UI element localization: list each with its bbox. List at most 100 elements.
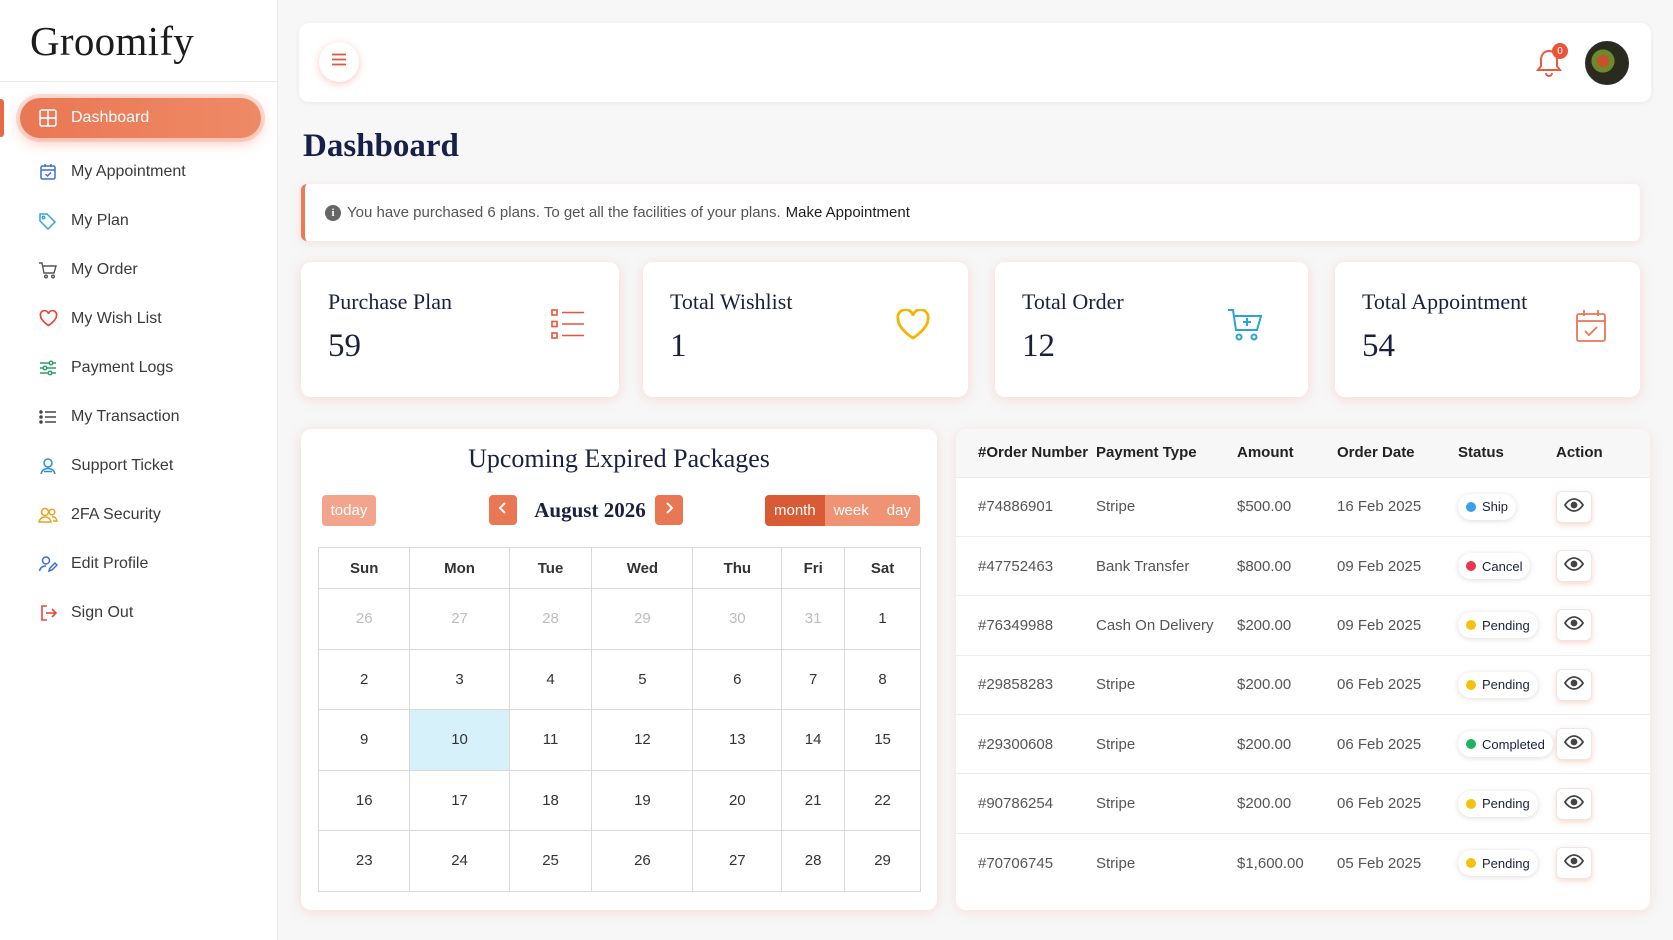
calendar-day[interactable]: 22	[844, 769, 921, 831]
sidebar-item-dashboard[interactable]: Dashboard	[20, 98, 261, 138]
eye-icon	[1563, 735, 1585, 753]
stat-label: Total Wishlist	[670, 289, 793, 314]
sidebar-item-label: Payment Logs	[71, 358, 174, 376]
calendar-day[interactable]: 27	[692, 830, 783, 892]
calendar-day[interactable]: 29	[844, 830, 921, 892]
sidebar-item-label: Sign Out	[71, 603, 134, 621]
order-date: 06 Feb 2025	[1337, 735, 1422, 753]
status-badge: Pending	[1458, 671, 1538, 698]
calendar-day[interactable]: 28	[508, 588, 593, 650]
calendar-day[interactable]: 18	[508, 769, 593, 831]
order-amount: $500.00	[1237, 498, 1292, 516]
view-order-button[interactable]	[1556, 847, 1592, 880]
stat-card-total-wishlist[interactable]: Total Wishlist 1	[643, 262, 968, 397]
calendar-day[interactable]: 6	[692, 648, 783, 710]
table-row: #29858283 Stripe $200.00 06 Feb 2025 Pen…	[956, 655, 1650, 714]
user-avatar[interactable]	[1585, 41, 1629, 85]
eye-icon	[1563, 557, 1585, 575]
view-day-button[interactable]: day	[877, 495, 920, 526]
calendar-day[interactable]: 19	[591, 769, 694, 831]
sidebar-item-payment-logs[interactable]: Payment Logs	[0, 343, 277, 392]
sidebar-item-2fa-security[interactable]: 2FA Security	[0, 490, 277, 539]
payment-type: Stripe	[1096, 676, 1136, 694]
calendar-title: Upcoming Expired Packages	[468, 444, 770, 473]
sidebar-item-my-appointment[interactable]: My Appointment	[0, 147, 277, 196]
sidebar-item-support-ticket[interactable]: Support Ticket	[0, 441, 277, 490]
weekday-header: Thu	[692, 547, 783, 589]
calendar-day[interactable]: 13	[692, 709, 783, 771]
sidebar-item-my-transaction[interactable]: My Transaction	[0, 392, 277, 441]
prev-month-button[interactable]	[489, 495, 517, 525]
calendar-day[interactable]: 15	[844, 709, 921, 771]
sidebar-item-edit-profile[interactable]: Edit Profile	[0, 539, 277, 588]
status-text: Pending	[1482, 796, 1530, 812]
calendar-day[interactable]: 14	[781, 709, 846, 771]
calendar-day[interactable]: 7	[781, 648, 846, 710]
today-button[interactable]: today	[322, 495, 376, 526]
next-month-button[interactable]	[655, 495, 683, 525]
calendar-day[interactable]: 29	[591, 588, 694, 650]
calendar-day[interactable]: 26	[591, 830, 694, 892]
stat-card-purchase-plan[interactable]: Purchase Plan 59	[301, 262, 619, 397]
status-dot	[1466, 739, 1476, 750]
view-week-button[interactable]: week	[824, 495, 878, 526]
calendar-day-today[interactable]: 10	[409, 709, 510, 771]
order-number: #29300608	[978, 735, 1054, 753]
calendar-day[interactable]: 17	[409, 769, 510, 831]
calendar-day[interactable]: 1	[844, 588, 921, 650]
view-order-button[interactable]	[1556, 787, 1592, 820]
status-badge: Pending	[1458, 850, 1538, 877]
chevron-left-icon	[498, 501, 508, 520]
calendar-day[interactable]: 2	[317, 648, 411, 710]
sidebar-item-sign-out[interactable]: Sign Out	[0, 588, 277, 637]
stat-value: 59	[328, 328, 361, 364]
calendar-day[interactable]: 4	[508, 648, 593, 710]
view-order-button[interactable]	[1556, 668, 1592, 701]
calendar-day[interactable]: 12	[591, 709, 694, 771]
make-appointment-link[interactable]: Make Appointment	[786, 204, 910, 221]
calendar-day[interactable]: 20	[692, 769, 783, 831]
sidebar-item-my-plan[interactable]: My Plan	[0, 196, 277, 245]
weekday-header: Sat	[844, 547, 921, 589]
sidebar-item-my-wish-list[interactable]: My Wish List	[0, 294, 277, 343]
view-order-button[interactable]	[1556, 550, 1592, 583]
sidebar-item-label: My Wish List	[71, 309, 162, 327]
menu-toggle-button[interactable]	[319, 42, 359, 82]
calendar-day[interactable]: 8	[844, 648, 921, 710]
calendar-day[interactable]: 25	[508, 830, 593, 892]
calendar-day[interactable]: 21	[781, 769, 846, 831]
calendar-day[interactable]: 5	[591, 648, 694, 710]
order-amount: $200.00	[1237, 735, 1292, 753]
sidebar-nav: Dashboard My Appointment My Plan My Orde…	[0, 82, 277, 637]
view-order-button[interactable]	[1556, 728, 1592, 761]
notification-count-badge: 0	[1552, 43, 1568, 59]
order-amount: $200.00	[1237, 795, 1292, 813]
view-order-button[interactable]	[1556, 490, 1592, 523]
logo[interactable]: Groomify	[0, 0, 277, 82]
view-month-button[interactable]: month	[765, 495, 825, 526]
info-alert: i You have purchased 6 plans. To get all…	[301, 184, 1640, 241]
calendar-day[interactable]: 11	[508, 709, 593, 771]
stat-value: 54	[1362, 328, 1395, 364]
sidebar-item-my-order[interactable]: My Order	[0, 245, 277, 294]
status-badge: Completed	[1458, 731, 1553, 758]
calendar-day[interactable]: 28	[781, 830, 846, 892]
calendar-day[interactable]: 26	[317, 588, 411, 650]
calendar-day[interactable]: 24	[409, 830, 510, 892]
status-text: Pending	[1482, 855, 1530, 871]
calendar-day[interactable]: 30	[692, 588, 783, 650]
calendar-day[interactable]: 23	[317, 830, 411, 892]
stat-card-total-appointment[interactable]: Total Appointment 54	[1335, 262, 1640, 397]
eye-icon	[1563, 854, 1585, 872]
payment-type: Stripe	[1096, 854, 1136, 872]
calendar-day[interactable]: 16	[317, 769, 411, 831]
view-order-button[interactable]	[1556, 609, 1592, 642]
calendar-day[interactable]: 9	[317, 709, 411, 771]
stat-card-total-order[interactable]: Total Order 12	[995, 262, 1308, 397]
column-header: Action	[1556, 444, 1603, 462]
calendar-day[interactable]: 27	[409, 588, 510, 650]
status-dot	[1466, 501, 1476, 512]
calendar-day[interactable]: 3	[409, 648, 510, 710]
calendar-day[interactable]: 31	[781, 588, 846, 650]
sidebar-item-label: My Order	[71, 260, 138, 278]
